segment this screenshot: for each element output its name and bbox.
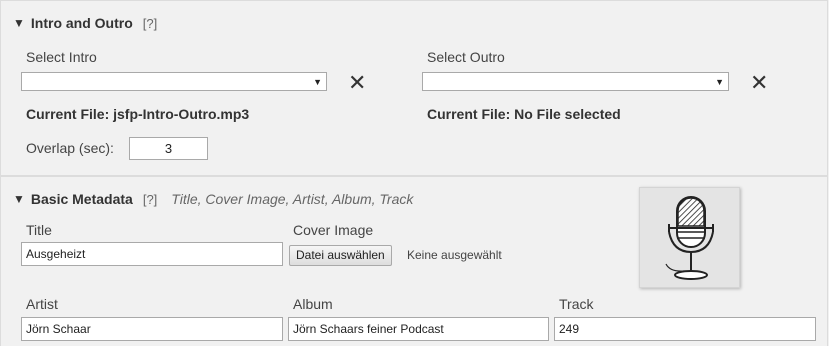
title-input[interactable]: Ausgeheizt <box>21 242 283 266</box>
cover-image-label: Cover Image <box>293 222 374 238</box>
clear-outro-button[interactable]: ✕ <box>750 72 768 94</box>
outro-current-file: Current File: No File selected <box>427 106 621 122</box>
triangle-down-icon: ▼ <box>13 192 25 206</box>
album-label: Album <box>293 296 333 312</box>
track-input[interactable]: 249 <box>554 317 816 341</box>
select-outro-label: Select Outro <box>427 49 505 65</box>
chevron-down-icon: ▼ <box>715 76 724 87</box>
file-status: Keine ausgewählt <box>407 248 502 262</box>
close-icon: ✕ <box>348 70 367 95</box>
select-intro-dropdown[interactable]: ▼ <box>21 72 327 91</box>
intro-outro-title: Intro and Outro <box>30 15 133 31</box>
overlap-label: Overlap (sec): <box>26 140 114 156</box>
intro-current-file: Current File: jsfp-Intro-Outro.mp3 <box>26 106 250 122</box>
intro-outro-panel: ▼ Intro and Outro [?] Select Intro ▼ ✕ C… <box>0 0 828 176</box>
artist-label: Artist <box>26 296 58 312</box>
close-icon: ✕ <box>750 70 769 95</box>
intro-outro-header[interactable]: ▼ Intro and Outro [?] <box>13 15 157 31</box>
triangle-down-icon: ▼ <box>13 16 25 30</box>
overlap-input[interactable]: 3 <box>129 137 208 160</box>
basic-metadata-header[interactable]: ▼ Basic Metadata [?] Title, Cover Image,… <box>13 191 413 207</box>
artist-input[interactable]: Jörn Schaar <box>21 317 283 341</box>
microphone-icon <box>665 196 714 280</box>
clear-intro-button[interactable]: ✕ <box>348 72 366 94</box>
album-input[interactable]: Jörn Schaars feiner Podcast <box>288 317 549 341</box>
select-outro-dropdown[interactable]: ▼ <box>422 72 729 91</box>
basic-metadata-help-link[interactable]: [?] <box>143 192 157 207</box>
select-intro-label: Select Intro <box>26 49 97 65</box>
track-label: Track <box>559 296 594 312</box>
basic-metadata-subtitle: Title, Cover Image, Artist, Album, Track <box>171 191 414 207</box>
title-label: Title <box>26 222 52 238</box>
chevron-down-icon: ▼ <box>313 76 322 87</box>
basic-metadata-title: Basic Metadata <box>30 191 133 207</box>
cover-image-preview <box>639 187 740 288</box>
intro-outro-help-link[interactable]: [?] <box>143 16 157 31</box>
basic-metadata-panel: ▼ Basic Metadata [?] Title, Cover Image,… <box>0 176 828 346</box>
choose-file-button[interactable]: Datei auswählen <box>289 245 392 266</box>
